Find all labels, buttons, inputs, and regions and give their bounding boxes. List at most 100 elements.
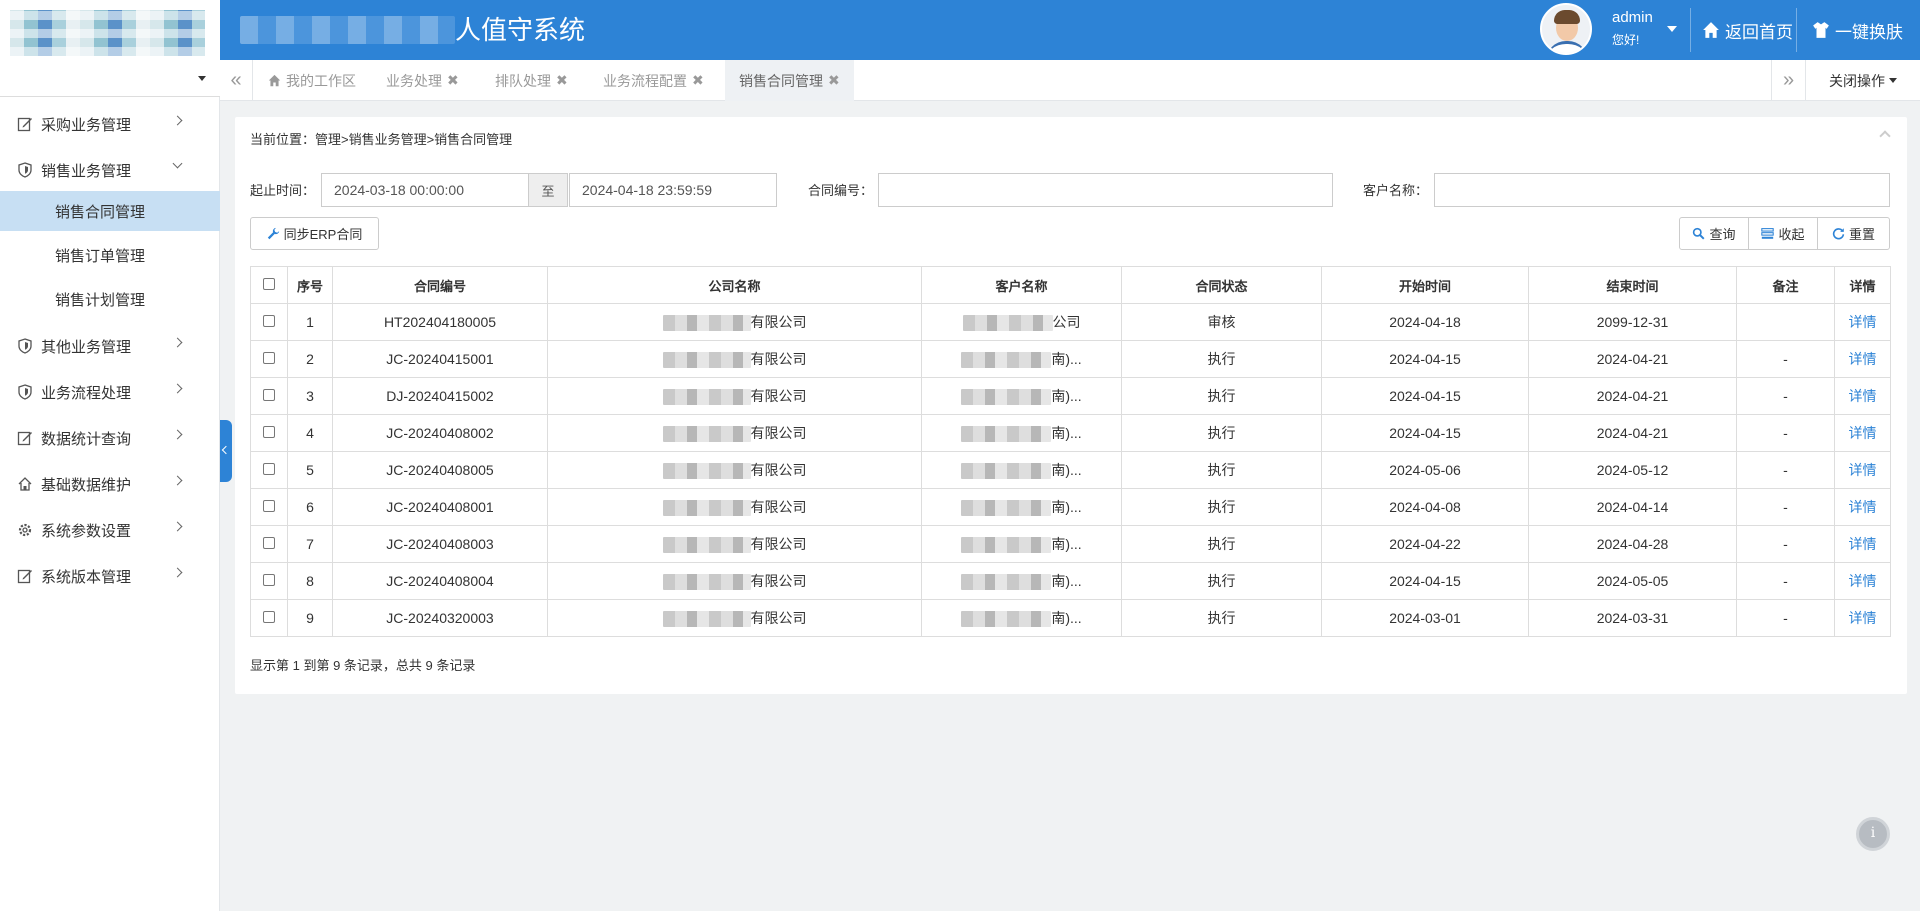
row-checkbox[interactable] [263, 574, 275, 586]
row-checkbox-cell[interactable] [250, 562, 288, 600]
column-header[interactable]: 详情 [1834, 266, 1891, 304]
row-checkbox[interactable] [263, 426, 275, 438]
redacted-text [961, 500, 1052, 517]
chevron-up-icon[interactable] [1879, 130, 1891, 142]
chevron-down-icon [172, 158, 183, 169]
cell-no: 4 [287, 414, 333, 452]
tab-queue[interactable]: 排队处理 ✖ [481, 60, 582, 101]
sidebar-subitem-sales-plan[interactable]: 销售计划管理 [0, 279, 220, 319]
column-header[interactable]: 序号 [287, 266, 333, 304]
collapse-button[interactable]: 收起 [1748, 217, 1818, 250]
main-panel: 当前位置：管理>销售业务管理>销售合同管理 起止时间： 2024-03-18 0… [235, 117, 1907, 694]
detail-link[interactable]: 详情 [1834, 303, 1891, 341]
cell-text: 南)... [1051, 610, 1082, 626]
sidebar-item-label: 其他业务管理 [41, 338, 132, 356]
tab-workflow-config[interactable]: 业务流程配置 ✖ [589, 60, 718, 101]
detail-link[interactable]: 详情 [1834, 377, 1891, 415]
cell-contract-no: JC-20240320003 [332, 599, 548, 637]
row-checkbox-cell[interactable] [250, 303, 288, 341]
row-checkbox-cell[interactable] [250, 451, 288, 489]
contract-no-input[interactable] [878, 173, 1333, 207]
edit-icon [17, 568, 33, 584]
start-time-input[interactable]: 2024-03-18 00:00:00 [321, 173, 529, 207]
end-time-input[interactable]: 2024-04-18 23:59:59 [569, 173, 777, 207]
cell-company: 有限公司 [547, 414, 922, 452]
column-header[interactable]: 公司名称 [547, 266, 922, 304]
row-checkbox[interactable] [263, 463, 275, 475]
reset-button[interactable]: 重置 [1817, 217, 1890, 250]
query-label: 查询 [1709, 227, 1736, 242]
row-checkbox-cell[interactable] [250, 599, 288, 637]
row-checkbox[interactable] [263, 500, 275, 512]
column-header[interactable]: 合同编号 [332, 266, 548, 304]
sidebar-item-basic-data[interactable]: 基础数据维护 [0, 462, 220, 506]
column-header[interactable]: 结束时间 [1528, 266, 1737, 304]
skin-switch-link[interactable]: 一键换肤 [1812, 18, 1903, 42]
detail-link[interactable]: 详情 [1834, 525, 1891, 563]
row-checkbox-cell[interactable] [250, 377, 288, 415]
close-ops-dropdown[interactable]: 关闭操作 [1805, 60, 1920, 101]
home-link[interactable]: 返回首页 [1702, 18, 1793, 42]
column-header[interactable]: 客户名称 [921, 266, 1122, 304]
logo [0, 0, 220, 60]
user-name[interactable]: admin [1612, 9, 1653, 26]
breadcrumb: 当前位置：管理>销售业务管理>销售合同管理 [250, 132, 513, 147]
sidebar-item-version[interactable]: 系统版本管理 [0, 554, 220, 598]
sidebar-item-purchase[interactable]: 采购业务管理 [0, 102, 220, 146]
detail-link[interactable]: 详情 [1834, 562, 1891, 600]
sidebar-item-workflow[interactable]: 业务流程处理 [0, 370, 220, 414]
close-icon[interactable]: ✖ [828, 72, 840, 89]
sidebar-item-settings[interactable]: 系统参数设置 [0, 508, 220, 552]
sidebar-item-sales[interactable]: 销售业务管理 [0, 148, 220, 192]
row-checkbox-cell[interactable] [250, 340, 288, 378]
column-header[interactable]: 合同状态 [1121, 266, 1322, 304]
row-checkbox[interactable] [263, 611, 275, 623]
sidebar-item-statistics[interactable]: 数据统计查询 [0, 416, 220, 460]
row-checkbox[interactable] [263, 352, 275, 364]
detail-link[interactable]: 详情 [1834, 599, 1891, 637]
detail-link[interactable]: 详情 [1834, 451, 1891, 489]
close-icon[interactable]: ✖ [447, 72, 459, 89]
chevron-right-icon [172, 475, 183, 486]
redacted-text [662, 315, 751, 332]
cell-remark: - [1736, 377, 1835, 415]
tab-workspace[interactable]: 我的工作区 [254, 60, 370, 101]
close-icon[interactable]: ✖ [692, 72, 704, 89]
customer-name-input[interactable] [1434, 173, 1890, 207]
tab-bar: « 我的工作区 业务处理 ✖ 排队处理 ✖ 业务流程配置 ✖ 销售合同管理 ✖ » 关闭… [220, 60, 1920, 101]
close-icon[interactable]: ✖ [556, 72, 568, 89]
table-row: 7 JC-20240408003 有限公司 南)... 执行 2024-04-22 2024… [250, 525, 1891, 563]
avatar[interactable] [1540, 3, 1592, 55]
query-button[interactable]: 查询 [1679, 217, 1749, 250]
row-checkbox-cell[interactable] [250, 414, 288, 452]
column-header[interactable]: 备注 [1736, 266, 1835, 304]
tab-sales-contract[interactable]: 销售合同管理 ✖ [725, 60, 854, 101]
info-icon[interactable] [1856, 817, 1890, 851]
row-checkbox-cell[interactable] [250, 488, 288, 526]
cell-no: 7 [287, 525, 333, 563]
detail-link[interactable]: 详情 [1834, 414, 1891, 452]
tab-scroll-right-button[interactable]: » [1771, 60, 1805, 101]
select-all-checkbox[interactable] [263, 277, 275, 290]
column-header[interactable]: 开始时间 [1321, 266, 1529, 304]
sidebar-subitem-sales-order[interactable]: 销售订单管理 [0, 235, 220, 275]
sidebar-item-other[interactable]: 其他业务管理 [0, 324, 220, 368]
row-checkbox[interactable] [263, 315, 275, 327]
table-row: 9 JC-20240320003 有限公司 南)... 执行 2024-03-01 2024… [250, 599, 1891, 637]
tab-scroll-left-button[interactable]: « [220, 60, 253, 101]
cell-no: 1 [287, 303, 333, 341]
sidebar-subitem-sales-contract[interactable]: 销售合同管理 [0, 191, 220, 231]
chevron-down-icon[interactable] [1667, 26, 1677, 32]
sidebar-collapse-handle[interactable] [220, 420, 232, 482]
sidebar-select[interactable] [0, 60, 220, 97]
home-icon [1703, 22, 1719, 38]
row-checkbox[interactable] [263, 389, 275, 401]
detail-link[interactable]: 详情 [1834, 340, 1891, 378]
row-checkbox[interactable] [263, 537, 275, 549]
cell-status: 执行 [1121, 562, 1322, 600]
row-checkbox-cell[interactable] [250, 525, 288, 563]
tab-business[interactable]: 业务处理 ✖ [372, 60, 473, 101]
sidebar-item-label: 数据统计查询 [41, 430, 132, 448]
sync-erp-button[interactable]: 同步ERP合同 [250, 217, 379, 250]
detail-link[interactable]: 详情 [1834, 488, 1891, 526]
